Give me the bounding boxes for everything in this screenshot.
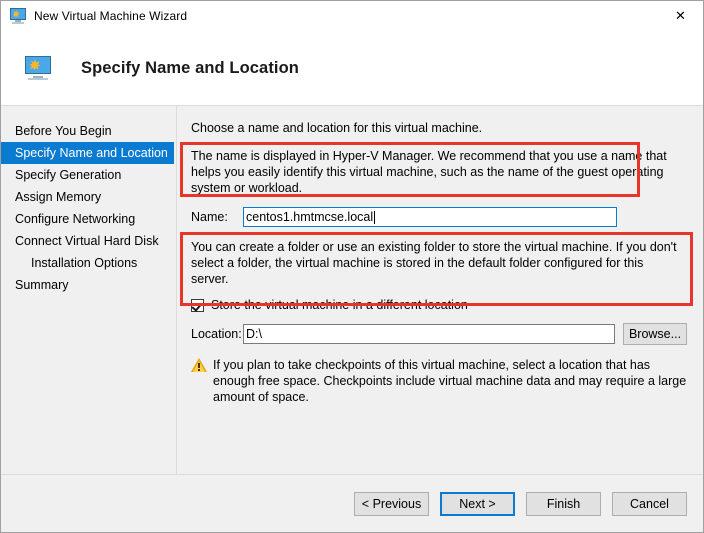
window-title: New Virtual Machine Wizard <box>34 9 188 23</box>
wizard-steps-sidebar: Before You Begin Specify Name and Locati… <box>1 106 177 474</box>
checkpoint-warning: If you plan to take checkpoints of this … <box>191 357 689 405</box>
sidebar-item-assign-memory[interactable]: Assign Memory <box>1 186 176 208</box>
name-input[interactable]: centos1.hmtmcse.local <box>243 207 617 227</box>
store-different-location-row[interactable]: Store the virtual machine in a different… <box>191 298 689 312</box>
checkpoint-warning-text: If you plan to take checkpoints of this … <box>213 358 687 404</box>
warning-triangle-icon <box>191 358 207 373</box>
new-vm-wizard-window: New Virtual Machine Wizard ✕ Specify Nam… <box>0 0 704 533</box>
close-icon[interactable]: ✕ <box>658 1 703 30</box>
wizard-content: Choose a name and location for this virt… <box>177 106 703 474</box>
store-different-location-checkbox[interactable] <box>191 298 204 312</box>
name-label: Name: <box>191 210 228 224</box>
page-title: Specify Name and Location <box>81 58 299 77</box>
wizard-footer: < Previous Next > Finish Cancel <box>1 474 703 532</box>
name-field-row: Name: centos1.hmtmcse.local <box>191 207 689 227</box>
sidebar-item-configure-networking[interactable]: Configure Networking <box>1 208 176 230</box>
location-help-text: You can create a folder or use an existi… <box>191 240 677 286</box>
sidebar-item-installation-options[interactable]: Installation Options <box>1 252 176 274</box>
text-caret <box>374 210 376 224</box>
next-button[interactable]: Next > <box>440 491 515 516</box>
finish-button[interactable]: Finish <box>526 491 601 516</box>
cancel-button[interactable]: Cancel <box>612 491 687 516</box>
virtual-machine-monitor-icon <box>10 8 26 24</box>
browse-button[interactable]: Browse... <box>623 323 687 345</box>
sidebar-item-connect-virtual-hard-disk[interactable]: Connect Virtual Hard Disk <box>1 230 176 252</box>
intro-text: Choose a name and location for this virt… <box>191 121 483 135</box>
sidebar-item-summary[interactable]: Summary <box>1 274 176 296</box>
store-different-location-label: Store the virtual machine in a different… <box>211 298 468 312</box>
sidebar-item-specify-generation[interactable]: Specify Generation <box>1 164 176 186</box>
previous-button[interactable]: < Previous <box>354 491 429 516</box>
location-input-value: D:\ <box>246 327 262 341</box>
sidebar-item-specify-name-and-location[interactable]: Specify Name and Location <box>1 142 174 164</box>
name-help-text: The name is displayed in Hyper-V Manager… <box>191 149 667 195</box>
location-field-row: Location: D:\ Browse... <box>191 323 689 345</box>
wizard-body: Before You Begin Specify Name and Locati… <box>1 106 703 474</box>
location-label: Location: <box>191 327 242 341</box>
name-input-value: centos1.hmtmcse.local <box>246 210 374 224</box>
virtual-machine-monitor-icon <box>25 56 51 80</box>
location-input[interactable]: D:\ <box>243 324 615 344</box>
page-header: Specify Name and Location <box>1 31 703 106</box>
sidebar-item-before-you-begin[interactable]: Before You Begin <box>1 120 176 142</box>
titlebar: New Virtual Machine Wizard ✕ <box>1 1 703 31</box>
